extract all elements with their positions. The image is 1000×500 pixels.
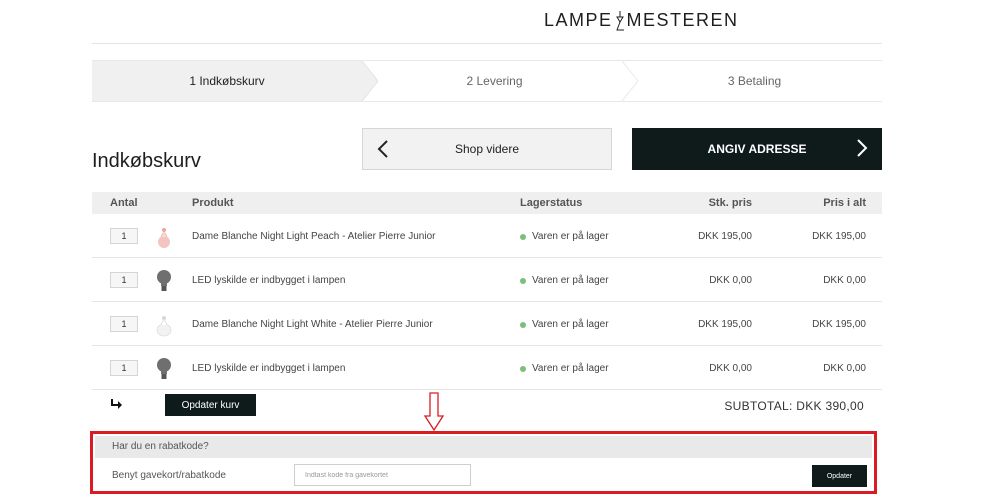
stock-text: Varen er på lager: [532, 231, 609, 242]
step-label: 3 Betaling: [727, 74, 782, 88]
table-row: 1 LED lyskilde er indbygget i lampen Var…: [92, 346, 882, 390]
product-name[interactable]: Dame Blanche Night Light Peach - Atelier…: [192, 231, 435, 242]
chevron-right-icon: [857, 139, 868, 157]
table-row: 1 Dame Blanche Night Light Peach - Ateli…: [92, 214, 882, 258]
checkout-steps: 1 Indkøbskurv 2 Levering 3 Betaling: [92, 60, 882, 102]
quantity-field[interactable]: 1: [110, 360, 138, 376]
return-arrow-icon: [111, 399, 122, 409]
lamp-logo-icon: [615, 10, 624, 30]
stock-status: Varen er på lager: [520, 275, 609, 286]
subtotal: SUBTOTAL: DKK 390,00: [724, 399, 864, 413]
chevron-left-icon: [377, 140, 388, 158]
apply-code-button[interactable]: Opdater: [812, 465, 867, 487]
stock-text: Varen er på lager: [532, 275, 609, 286]
night-light-peach-icon[interactable]: [154, 224, 174, 250]
in-stock-dot-icon: [520, 321, 526, 328]
step-payment[interactable]: 3 Betaling: [627, 61, 882, 101]
product-name[interactable]: Dame Blanche Night Light White - Atelier…: [192, 319, 433, 330]
light-bulb-icon[interactable]: [154, 268, 174, 294]
cart-actions-row: Opdater kurv SUBTOTAL: DKK 390,00: [92, 393, 882, 421]
table-row: 1 Dame Blanche Night Light White - Ateli…: [92, 302, 882, 346]
unit-price: DKK 0,00: [709, 363, 752, 374]
site-logo[interactable]: LAMPE MESTEREN: [544, 10, 739, 31]
cart-table: Antal Produkt Lagerstatus Stk. pris Pris…: [92, 192, 882, 390]
enter-address-label: ANGIV ADRESSE: [707, 142, 807, 156]
total-price: DKK 195,00: [812, 231, 866, 242]
total-price: DKK 0,00: [823, 275, 866, 286]
quantity-field[interactable]: 1: [110, 228, 138, 244]
in-stock-dot-icon: [520, 233, 526, 240]
table-row: 1 LED lyskilde er indbygget i lampen Var…: [92, 258, 882, 302]
product-name[interactable]: LED lyskilde er indbygget i lampen: [192, 363, 345, 374]
discount-heading[interactable]: Har du en rabatkode?: [95, 436, 872, 458]
discount-label: Benyt gavekort/rabatkode: [112, 470, 226, 481]
cart-table-header: Antal Produkt Lagerstatus Stk. pris Pris…: [92, 192, 882, 214]
update-cart-button[interactable]: Opdater kurv: [165, 394, 256, 416]
unit-price: DKK 195,00: [698, 319, 752, 330]
site-header: LAMPE MESTEREN: [92, 0, 882, 44]
apply-code-label: Opdater: [826, 472, 853, 480]
light-bulb-icon[interactable]: [154, 356, 174, 382]
night-light-white-icon[interactable]: [154, 312, 174, 338]
in-stock-dot-icon: [520, 277, 526, 284]
enter-address-button[interactable]: ANGIV ADRESSE: [632, 128, 882, 170]
step-label: 2 Levering: [466, 74, 523, 88]
discount-code-input[interactable]: [294, 464, 471, 486]
header-qty: Antal: [110, 197, 138, 209]
logo-text-right: MESTEREN: [626, 10, 739, 30]
total-price: DKK 195,00: [812, 319, 866, 330]
in-stock-dot-icon: [520, 365, 526, 372]
header-total-price: Pris i alt: [823, 197, 866, 209]
product-name[interactable]: LED lyskilde er indbygget i lampen: [192, 275, 345, 286]
stock-status: Varen er på lager: [520, 363, 609, 374]
discount-code-section: Har du en rabatkode? Benyt gavekort/raba…: [90, 431, 877, 494]
step-label: 1 Indkøbskurv: [189, 74, 265, 88]
unit-price: DKK 195,00: [698, 231, 752, 242]
stock-status: Varen er på lager: [520, 231, 609, 242]
unit-price: DKK 0,00: [709, 275, 752, 286]
total-price: DKK 0,00: [823, 363, 866, 374]
header-product: Produkt: [192, 197, 234, 209]
logo-text-left: LAMPE: [544, 10, 613, 30]
page-title: Indkøbskurv: [92, 150, 201, 172]
quantity-field[interactable]: 1: [110, 316, 138, 332]
step-delivery[interactable]: 2 Levering: [362, 61, 627, 101]
quantity-field[interactable]: 1: [110, 272, 138, 288]
stock-text: Varen er på lager: [532, 363, 609, 374]
arrow-down-icon: [423, 392, 445, 432]
continue-shopping-button[interactable]: Shop videre: [362, 128, 612, 170]
header-unit-price: Stk. pris: [708, 197, 752, 209]
header-stock: Lagerstatus: [520, 197, 583, 209]
step-cart[interactable]: 1 Indkøbskurv: [92, 61, 362, 101]
update-cart-label: Opdater kurv: [181, 399, 240, 411]
continue-shopping-label: Shop videre: [454, 142, 520, 156]
stock-text: Varen er på lager: [532, 319, 609, 330]
stock-status: Varen er på lager: [520, 319, 609, 330]
